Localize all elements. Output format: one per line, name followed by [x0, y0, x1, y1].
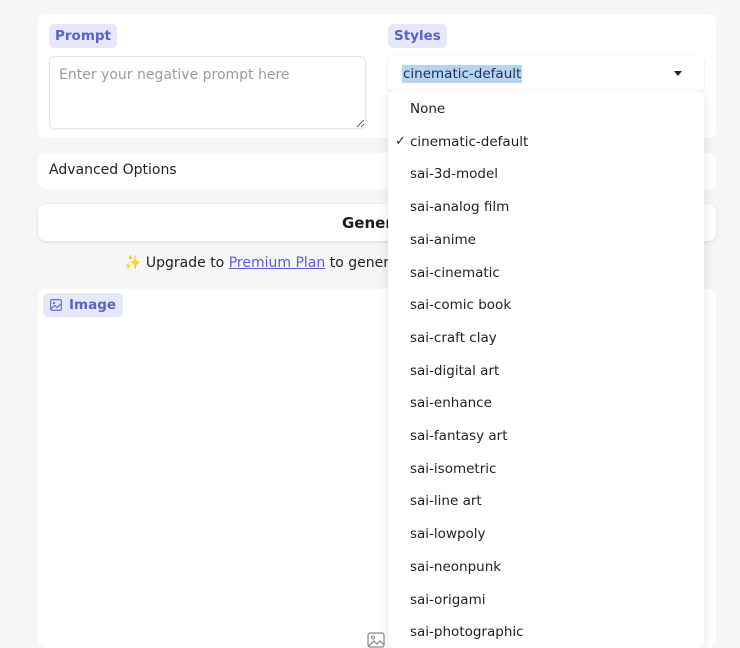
- style-option-label: sai-analog film: [410, 199, 510, 216]
- style-option-label: sai-3d-model: [410, 166, 498, 183]
- style-option[interactable]: sai-craft clay: [388, 322, 704, 354]
- sparkle-icon: ✨: [124, 255, 142, 271]
- style-option[interactable]: None: [388, 93, 704, 125]
- style-option-label: sai-origami: [410, 591, 486, 608]
- style-option[interactable]: sai-lowpoly: [388, 518, 704, 550]
- style-option[interactable]: sai-anime: [388, 224, 704, 256]
- style-option-label: sai-fantasy art: [410, 428, 508, 444]
- style-option-label: sai-digital art: [410, 362, 500, 379]
- negative-prompt-input[interactable]: [49, 56, 366, 129]
- style-option[interactable]: sai-photographic: [388, 616, 704, 648]
- style-option[interactable]: ✓ cinematic-default: [388, 126, 704, 158]
- style-option-label: sai-isometric: [410, 460, 497, 477]
- checkmark-icon: ✓: [395, 133, 406, 149]
- style-option[interactable]: sai-line art: [388, 485, 704, 517]
- styles-tag: Styles: [388, 24, 447, 48]
- style-option[interactable]: sai-isometric: [388, 453, 704, 485]
- style-option-label: sai-anime: [410, 231, 476, 248]
- image-icon: [50, 299, 62, 311]
- style-option-label: cinematic-default: [410, 133, 529, 150]
- prompt-tag: Prompt: [49, 24, 118, 48]
- style-option-label: sai-line art: [410, 493, 482, 510]
- style-option-label: sai-neonpunk: [410, 558, 502, 575]
- premium-plan-link[interactable]: Premium Plan: [229, 255, 326, 271]
- style-option-label: sai-cinematic: [410, 264, 500, 281]
- caret-down-icon: [674, 71, 682, 76]
- image-tag-label: Image: [69, 297, 117, 313]
- styles-selected-value: cinematic-default: [402, 65, 523, 83]
- styles-select[interactable]: cinematic-default: [388, 56, 704, 92]
- style-option[interactable]: sai-digital art: [388, 355, 704, 387]
- advanced-options-label: Advanced Options: [49, 162, 177, 178]
- style-option-label: sai-photographic: [410, 624, 524, 641]
- style-option[interactable]: sai-cinematic: [388, 257, 704, 289]
- style-option[interactable]: sai-enhance: [388, 387, 704, 419]
- upgrade-notice: ✨ Upgrade to Premium Plan to generate: [124, 255, 412, 271]
- upgrade-prefix: Upgrade to: [145, 255, 225, 271]
- style-option-label: sai-enhance: [410, 395, 492, 412]
- style-option[interactable]: sai-fantasy art: [388, 420, 704, 452]
- resize-grip-icon[interactable]: [356, 119, 365, 128]
- style-option[interactable]: sai-comic book: [388, 289, 704, 321]
- style-option-label: sai-lowpoly: [410, 526, 486, 543]
- style-option[interactable]: sai-neonpunk: [388, 551, 704, 583]
- styles-dropdown-list: None ✓ cinematic-default sai-3d-model sai-an…: [388, 92, 704, 648]
- style-option-label: None: [410, 101, 446, 117]
- style-option[interactable]: sai-3d-model: [388, 158, 704, 190]
- style-option-label: sai-craft clay: [410, 329, 497, 346]
- style-option[interactable]: sai-analog film: [388, 191, 704, 223]
- style-option[interactable]: sai-origami: [388, 584, 704, 616]
- style-option-label: sai-comic book: [410, 297, 512, 314]
- image-tag: Image: [43, 293, 124, 317]
- image-placeholder-icon: [367, 632, 385, 648]
